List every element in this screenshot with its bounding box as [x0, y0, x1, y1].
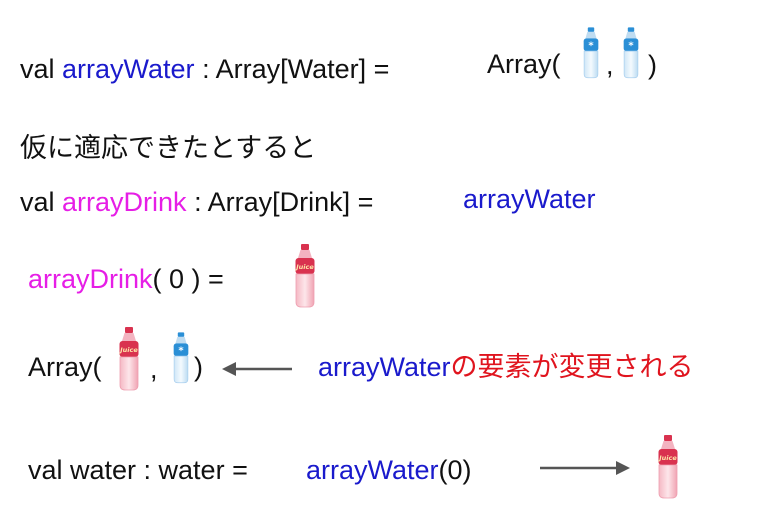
line-water-read: val water : water =	[28, 453, 248, 487]
val-water-text: val water : water =	[28, 455, 248, 485]
array-result-comma: ,	[150, 352, 158, 386]
array-drink-identifier: arrayDrink	[28, 264, 153, 294]
right-arrow-icon	[540, 461, 630, 475]
array-water-reference: arrayWater	[463, 182, 596, 216]
array-water-identifier: arrayWater	[62, 54, 195, 84]
juice-bottle-icon	[116, 327, 142, 391]
water-bottle-icon	[620, 26, 642, 80]
array-drink-identifier: arrayDrink	[62, 187, 187, 217]
array-water-index-expr: arrayWater(0)	[306, 453, 472, 487]
mutation-note-text: の要素が変更される	[450, 352, 694, 382]
array-drink-type: : Array[Drink] =	[186, 187, 374, 217]
array-result-open: Array(	[28, 350, 102, 384]
array-water-ref-text: arrayWater	[306, 455, 439, 485]
array-open-label: Array(	[487, 47, 561, 81]
array-close: )	[648, 48, 657, 82]
line-array-drink-declaration: val arrayDrink : Array[Drink] =	[20, 185, 373, 219]
index-assign-text: ( 0 ) =	[152, 264, 224, 294]
array-water-ref-text: arrayWater	[463, 184, 596, 214]
close-paren-text: )	[648, 50, 657, 80]
left-arrow-icon	[222, 362, 292, 376]
array-open-text: Array(	[487, 49, 561, 79]
array-comma: ,	[606, 48, 614, 82]
array-result-close: )	[194, 350, 203, 384]
hypothesis-text: 仮に適応できたとすると	[20, 133, 317, 163]
hypothesis-caption: 仮に適応できたとすると	[20, 131, 316, 165]
val-keyword: val	[20, 187, 63, 217]
line-array-water-declaration: val arrayWater : Array[Water] =	[20, 52, 389, 86]
array-water-type: : Array[Water] =	[194, 54, 390, 84]
close-paren-text: )	[194, 352, 203, 382]
mutation-note: arrayWaterの要素が変更される	[318, 350, 694, 384]
array-open-text: Array(	[28, 352, 102, 382]
comma-text: ,	[606, 50, 614, 80]
array-water-ref-text: arrayWater	[318, 352, 451, 382]
val-keyword: val	[20, 54, 63, 84]
comma-text: ,	[150, 354, 158, 384]
water-bottle-icon	[170, 328, 192, 388]
juice-bottle-icon	[655, 432, 681, 502]
juice-bottle-icon	[292, 239, 318, 313]
water-bottle-icon	[580, 26, 602, 80]
index-arg-text: (0)	[438, 455, 472, 485]
line-array-drink-assignment: arrayDrink( 0 ) =	[28, 262, 224, 296]
